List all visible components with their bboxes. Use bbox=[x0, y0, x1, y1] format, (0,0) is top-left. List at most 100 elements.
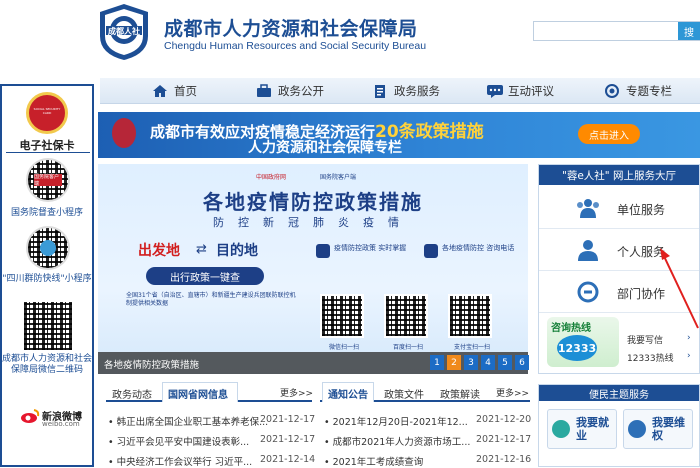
query-policy-button[interactable]: 出行政策一键查 bbox=[146, 267, 264, 285]
news1-item-1-date: 2021-12-17 bbox=[260, 414, 316, 425]
search-button[interactable]: 搜 bbox=[678, 22, 700, 40]
slideshow[interactable]: 中国政府网 国务院客户端 各地疫情防控政策措施 防控新冠肺炎疫情 出发地 ⇄ 目… bbox=[98, 164, 528, 374]
qr-alipay-scan bbox=[448, 294, 492, 338]
feature-hotline: 各地疫情防控 咨询电话 bbox=[442, 244, 515, 252]
annotation-arrow-icon bbox=[660, 248, 699, 329]
rights-icon bbox=[628, 420, 646, 438]
site-header: 成都人社 成都市人力资源和社会保障局 Chengdu Human Resourc… bbox=[0, 0, 700, 78]
badge-text: SOCIAL SECURITY CARD bbox=[33, 107, 61, 115]
news1-item-3-title: 中央经济工作会议举行 习近平... bbox=[116, 457, 253, 468]
banner-line2: 人力资源和社会保障专栏 bbox=[248, 140, 402, 156]
hotline-title: 咨询热线 bbox=[551, 323, 591, 334]
swap-arrows-icon: ⇄ bbox=[196, 242, 207, 257]
qr-label-baidu: 百度扫一扫 bbox=[392, 344, 423, 351]
employment-label: 我要就业 bbox=[576, 416, 609, 442]
job-icon bbox=[552, 420, 570, 438]
slide-logo-app: 国务院客户端 bbox=[320, 174, 357, 181]
nav-gov-service-label: 政务服务 bbox=[394, 84, 440, 98]
hotline-box[interactable]: 咨询热线 12333 bbox=[547, 317, 619, 367]
group-icon bbox=[575, 197, 601, 219]
news2-item-1-date: 2021-12-20 bbox=[476, 414, 532, 425]
site-title-cn: 成都市人力资源和社会保障局 bbox=[164, 18, 418, 40]
chevron-right-icon: › bbox=[687, 333, 691, 343]
slide-logo-gov: 中国政府网 bbox=[256, 174, 287, 181]
news2-item-3-date: 2021-12-16 bbox=[476, 454, 532, 465]
news2-more-link[interactable]: 更多>> bbox=[496, 386, 529, 399]
slide-note: 全国31个省（自治区、直辖市）和新疆生产建设兵团联防联控机制提供相关数据 bbox=[126, 292, 296, 307]
hotline-link[interactable]: 12333热线 bbox=[627, 351, 674, 364]
tab-policy-docs[interactable]: 政策文件 bbox=[384, 386, 424, 401]
qr-label-wechat: 微信扫一扫 bbox=[328, 344, 359, 351]
site-title-en: Chengdu Human Resources and Social Secur… bbox=[164, 40, 427, 52]
tab-national-info[interactable]: 国网省网信息 bbox=[168, 386, 228, 401]
chat-icon bbox=[486, 84, 503, 98]
phone-icon bbox=[424, 244, 438, 258]
hotline-number: 12333 bbox=[557, 335, 597, 361]
slide-page-1[interactable]: 1 bbox=[430, 355, 444, 370]
qr-baidu-scan bbox=[384, 294, 428, 338]
slide-page-5[interactable]: 5 bbox=[498, 355, 512, 370]
qr-label-alipay: 支付宝扫一扫 bbox=[453, 344, 490, 351]
nav-topics[interactable]: 专题专栏 bbox=[604, 78, 672, 104]
main-nav: 首页 政务公开 政务服务 互动评议 专题专栏 bbox=[100, 78, 700, 104]
nav-gov-open-label: 政务公开 bbox=[278, 84, 324, 98]
news2-item-2-title: 成都市2021年人力资源市场工... bbox=[332, 437, 471, 448]
news2-item-1[interactable]: • 2021年12月20日-2021年12... bbox=[324, 414, 468, 428]
news1-item-2[interactable]: • 习近平会见平安中国建设表彰... bbox=[108, 434, 249, 448]
policy-icon bbox=[316, 244, 330, 258]
qr3-caption[interactable]: 成都市人力资源和社会保障局微信二维码 bbox=[2, 354, 92, 376]
news1-item-1[interactable]: • 韩正出席全国企业职工基本养老保... bbox=[108, 414, 268, 428]
slide-page-3[interactable]: 3 bbox=[464, 355, 478, 370]
qr-code-wechat bbox=[24, 302, 72, 350]
news1-more-link[interactable]: 更多>> bbox=[280, 386, 313, 399]
slide-from-label: 出发地 bbox=[138, 243, 180, 259]
news1-item-1-title: 韩正出席全国企业职工基本养老保... bbox=[116, 417, 269, 428]
nav-gov-open[interactable]: 政务公开 bbox=[256, 78, 324, 104]
person-icon bbox=[575, 239, 601, 261]
unit-service-label: 单位服务 bbox=[617, 203, 666, 217]
slide-page-2-active[interactable]: 2 bbox=[447, 355, 461, 370]
search-input[interactable]: 搜 bbox=[533, 21, 700, 41]
news2-item-2[interactable]: • 成都市2021年人力资源市场工... bbox=[324, 434, 470, 448]
rights-button[interactable]: 我要维权 bbox=[623, 409, 693, 449]
nav-home[interactable]: 首页 bbox=[152, 78, 197, 104]
left-sidebar: SOCIAL SECURITY CARD 电子社保卡 国务院客户端 国务院督查小… bbox=[0, 84, 94, 467]
rights-label: 我要维权 bbox=[652, 416, 685, 442]
news1-item-3[interactable]: • 中央经济工作会议举行 习近平... bbox=[108, 454, 252, 468]
slide-caption[interactable]: 各地疫情防控政策措施 bbox=[104, 357, 199, 371]
service-hall-title: "蓉e人社" 网上服务大厅 bbox=[539, 165, 699, 185]
news1-item-3-date: 2021-12-14 bbox=[260, 454, 316, 465]
qr1-caption[interactable]: 国务院督查小程序 bbox=[2, 208, 92, 219]
weibo-icon[interactable] bbox=[20, 408, 40, 424]
slide-subtitle: 防控新冠肺炎疫情 bbox=[213, 216, 413, 229]
tab-policy-interp[interactable]: 政策解读 bbox=[440, 386, 480, 401]
social-card-badge[interactable]: SOCIAL SECURITY CARD bbox=[26, 92, 68, 134]
slide-title: 各地疫情防控政策措施 bbox=[203, 190, 423, 214]
news2-item-3-title: 2021年工考成绩查询 bbox=[332, 457, 424, 468]
news1-item-2-title: 习近平会见平安中国建设表彰... bbox=[116, 437, 250, 448]
news2-item-1-title: 2021年12月20日-2021年12... bbox=[332, 417, 468, 428]
unit-service[interactable]: 单位服务 bbox=[539, 187, 699, 229]
clipboard-icon bbox=[372, 84, 388, 98]
link-icon bbox=[575, 281, 601, 303]
divider bbox=[6, 152, 90, 153]
qr2-caption[interactable]: "四川群防快线"小程序 bbox=[2, 274, 92, 285]
tab-notice[interactable]: 通知公告 bbox=[328, 386, 368, 401]
news2-item-2-date: 2021-12-17 bbox=[476, 434, 532, 445]
write-letter-link[interactable]: 我要写信 bbox=[627, 333, 663, 346]
employment-button[interactable]: 我要就业 bbox=[547, 409, 617, 449]
bureau-logo[interactable]: 成都人社 bbox=[96, 2, 152, 62]
slide-page-4[interactable]: 4 bbox=[481, 355, 495, 370]
slide-page-6[interactable]: 6 bbox=[515, 355, 529, 370]
nav-interaction-label: 互动评议 bbox=[508, 84, 554, 98]
banner-enter-button[interactable]: 点击进入 bbox=[578, 124, 640, 144]
social-card-label[interactable]: 电子社保卡 bbox=[2, 140, 92, 151]
news2-item-3[interactable]: • 2021年工考成绩查询 bbox=[324, 454, 423, 468]
nav-topics-label: 专题专栏 bbox=[626, 84, 672, 98]
nav-interaction[interactable]: 互动评议 bbox=[486, 78, 554, 104]
theme-service-title: 便民主题服务 bbox=[539, 385, 699, 401]
theme-service: 便民主题服务 我要就业 我要维权 bbox=[538, 384, 700, 467]
weibo-sub: weibo.com bbox=[42, 420, 80, 428]
tab-gov-news[interactable]: 政务动态 bbox=[112, 386, 152, 401]
nav-gov-service[interactable]: 政务服务 bbox=[372, 78, 440, 104]
